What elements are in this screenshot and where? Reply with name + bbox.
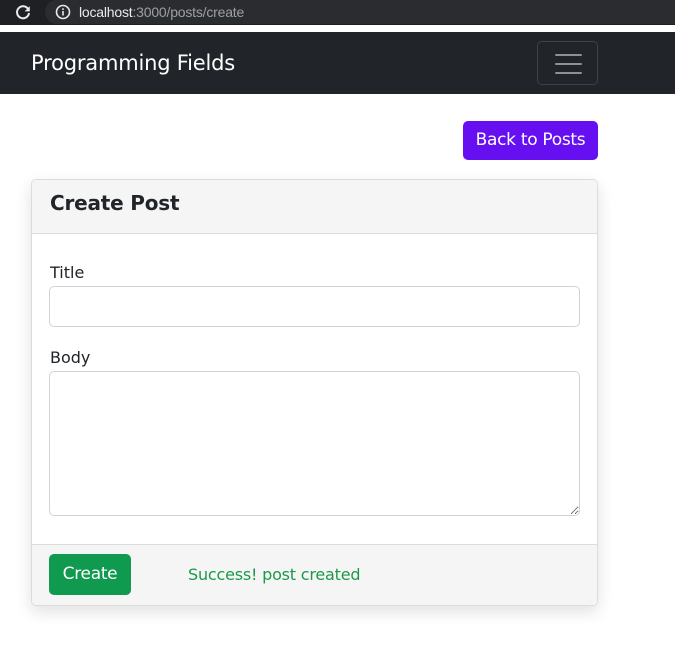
- brand-title[interactable]: Programming Fields: [31, 49, 235, 77]
- body-textarea[interactable]: [49, 371, 580, 516]
- success-message: Success! post created: [188, 565, 361, 584]
- create-button[interactable]: Create: [49, 554, 131, 595]
- create-post-card: Create Post Title Body Create Success! p…: [31, 179, 598, 606]
- body-label: Body: [50, 348, 91, 367]
- title-label: Title: [50, 263, 85, 282]
- hamburger-menu-icon: [555, 54, 582, 56]
- back-to-posts-button[interactable]: Back to Posts: [463, 121, 598, 160]
- navbar-toggler-button[interactable]: [537, 41, 598, 85]
- info-icon[interactable]: [54, 3, 72, 21]
- card-footer: Create Success! post created: [32, 544, 597, 605]
- navbar: Programming Fields: [0, 32, 675, 94]
- title-input[interactable]: [49, 286, 580, 327]
- address-bar-url[interactable]: localhost:3000/posts/create: [79, 3, 244, 21]
- card-header: Create Post: [32, 180, 597, 234]
- url-host: localhost: [79, 4, 133, 20]
- hamburger-menu-icon: [555, 63, 582, 65]
- browser-toolbar: localhost:3000/posts/create: [0, 0, 675, 25]
- reload-icon[interactable]: [13, 3, 33, 23]
- hamburger-menu-icon: [555, 72, 582, 74]
- card-title: Create Post: [50, 191, 180, 215]
- url-path: :3000/posts/create: [132, 4, 245, 20]
